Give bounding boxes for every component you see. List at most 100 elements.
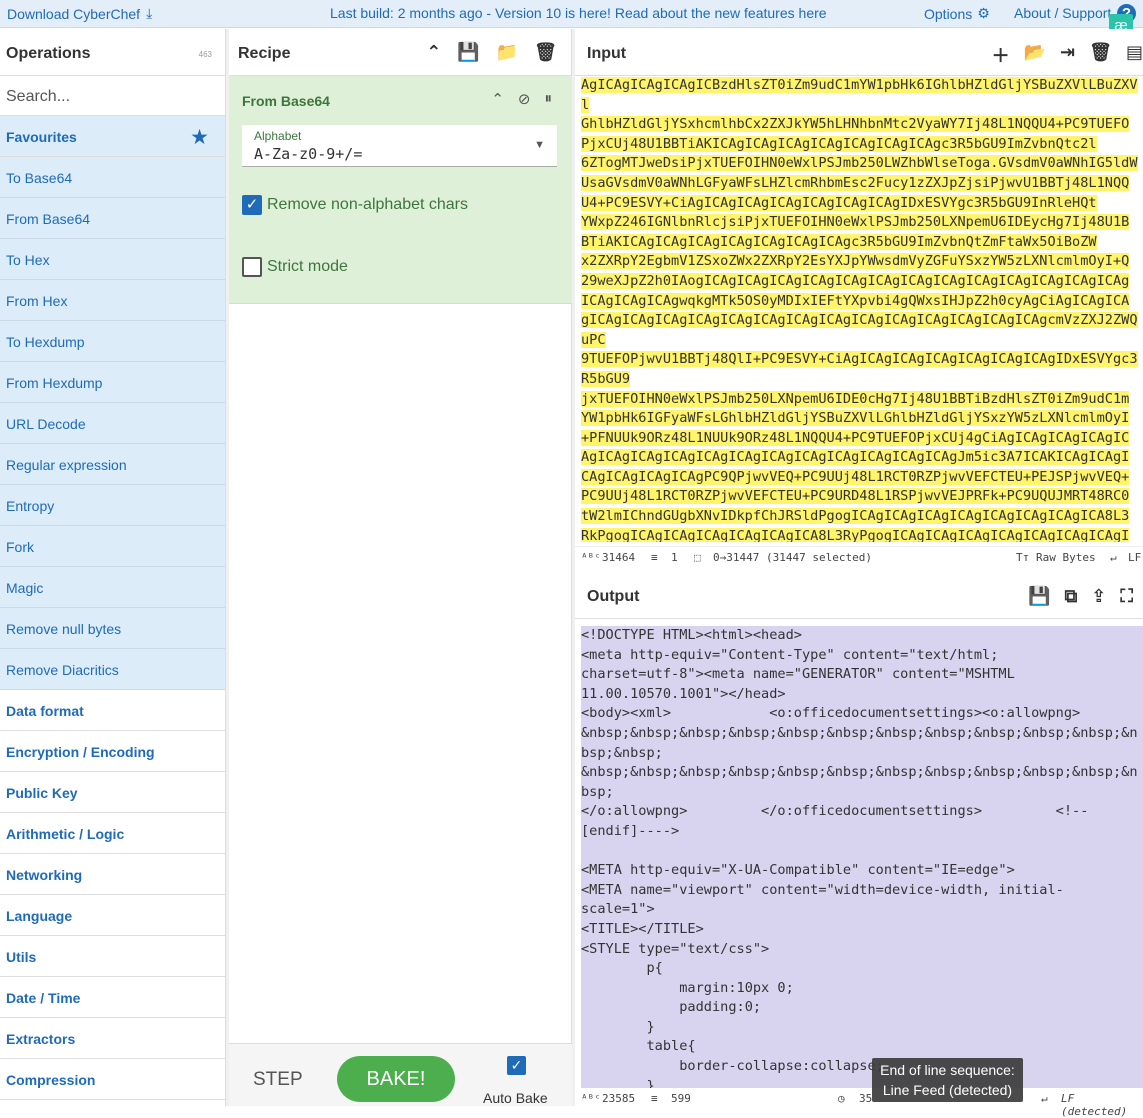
category-item[interactable]: Arithmetic / Logic — [0, 813, 225, 854]
download-label[interactable]: Download CyberChef — [7, 6, 140, 22]
category-item[interactable]: Encryption / Encoding — [0, 731, 225, 772]
input-textarea[interactable]: AgICAgICAgICAgICBzdHlsZT0iZm9udC1mYW1pbH… — [581, 76, 1143, 542]
build-text: Last build: 2 months ago — [330, 5, 483, 21]
favourite-operations: To Base64 From Base64 To Hex From Hex To Hex… — [0, 157, 225, 690]
save-icon[interactable]: 💾 — [1028, 586, 1050, 607]
about-support-link[interactable]: About / Support — [1014, 5, 1111, 21]
recipe-operation-card[interactable]: From Base64 ⌃ ⊘ ⏸ Alphabet A-Za-z0-9+/= … — [229, 76, 572, 304]
input-encoding[interactable]: Raw Bytes — [1036, 551, 1096, 564]
input-lines: 1 — [671, 551, 678, 564]
star-icon[interactable]: ★ — [190, 125, 209, 150]
input-title: Input — [587, 45, 627, 62]
checkbox-checked-icon[interactable]: ✓ — [242, 195, 262, 215]
maximise-icon[interactable]: ⛶ — [1120, 586, 1133, 607]
operation-item[interactable]: Remove Diacritics — [0, 649, 225, 690]
operation-search-input[interactable]: Search... — [0, 76, 225, 116]
disable-icon[interactable]: ⊘ — [518, 90, 531, 108]
operation-item[interactable]: To Hexdump — [0, 321, 225, 362]
category-item[interactable]: Utils — [0, 936, 225, 977]
operations-panel: Operations 463 Search... Favourites ★ To… — [0, 29, 226, 1106]
alphabet-select[interactable]: Alphabet A-Za-z0-9+/= ▼ — [242, 125, 557, 167]
alphabet-value[interactable]: A-Za-z0-9+/= — [254, 145, 362, 163]
output-textarea[interactable]: <!DOCTYPE HTML><html><head> <meta http-e… — [581, 626, 1143, 1088]
auto-bake-label: Auto Bake — [483, 1090, 548, 1106]
version-text: - Version 10 is here! Read about the new… — [482, 5, 799, 21]
checkbox-label: Remove non-alphabet chars — [267, 196, 469, 213]
output-lines: 599 — [671, 1092, 691, 1105]
input-status-bar: ᴬᴮᶜ 31464 ≡ 1 ⬚ 0→31447 (31447 selected)… — [575, 546, 1143, 567]
folder-icon[interactable]: 📁 — [496, 42, 518, 63]
copy-icon[interactable]: ⧉ — [1064, 586, 1077, 607]
category-item[interactable]: Language — [0, 895, 225, 936]
operation-item[interactable]: Magic — [0, 567, 225, 608]
category-item[interactable]: Extractors — [0, 1018, 225, 1059]
operation-item[interactable]: Fork — [0, 526, 225, 567]
operation-item[interactable]: Remove null bytes — [0, 608, 225, 649]
top-banner: Download CyberChef ⤓ Last build: 2 month… — [0, 0, 1143, 38]
operation-item[interactable]: From Hex — [0, 280, 225, 321]
eol-icon[interactable]: ↵ — [1110, 551, 1117, 564]
layout-icon[interactable]: ▤ — [1126, 42, 1143, 68]
output-title: Output — [587, 588, 640, 605]
input-eol[interactable]: LF — [1128, 551, 1141, 564]
build-notice: Last build: 2 months ago - Version 10 is… — [330, 5, 827, 21]
open-file-icon[interactable]: ⇥ — [1060, 42, 1075, 68]
category-item[interactable]: Date / Time — [0, 977, 225, 1018]
category-item[interactable]: Data format — [0, 690, 225, 731]
download-icon[interactable]: ⤓ — [146, 5, 152, 22]
category-item[interactable]: Public Key — [0, 772, 225, 813]
eol-icon[interactable]: ↵ — [1041, 1092, 1048, 1105]
category-favourites[interactable]: Favourites ★ — [0, 116, 225, 157]
length-icon: ᴬᴮᶜ — [581, 551, 601, 564]
features-link[interactable]: here — [799, 5, 827, 21]
replace-input-icon[interactable]: ⇪ — [1091, 586, 1106, 607]
eol-tooltip: End of line sequence: Line Feed (detecte… — [872, 1058, 1023, 1102]
bake-button[interactable]: BAKE! — [337, 1056, 455, 1102]
checkbox-unchecked-icon[interactable] — [242, 257, 262, 277]
operation-item[interactable]: Regular expression — [0, 444, 225, 485]
bake-time: 35 — [859, 1092, 873, 1105]
auto-bake-checkbox[interactable]: ✓ — [507, 1056, 526, 1075]
checkbox-label: Strict mode — [267, 258, 348, 275]
options-button[interactable]: Options ⚙ — [924, 5, 990, 22]
pause-icon[interactable]: ⏸ — [544, 90, 552, 108]
category-label: Favourites — [6, 129, 77, 145]
strict-mode-checkbox[interactable]: Strict mode — [242, 257, 348, 277]
input-length: 31464 — [602, 551, 636, 564]
operation-title: From Base64 — [242, 93, 330, 109]
recipe-panel: Recipe ⌃ 💾 📁 🗑 From Base64 ⌃ ⊘ ⏸ Alphabe… — [229, 29, 572, 1106]
output-header: Output 💾 ⧉ ⇪ ⛶ — [575, 572, 1143, 619]
output-length: 23585 — [602, 1092, 636, 1105]
operation-item[interactable]: To Base64 — [0, 157, 225, 198]
plus-icon[interactable]: ＋ — [992, 42, 1010, 68]
download-link[interactable]: Download CyberChef ⤓ — [7, 5, 152, 22]
options-label[interactable]: Options — [924, 6, 972, 22]
remove-non-alphabet-checkbox[interactable]: ✓ Remove non-alphabet chars — [242, 195, 468, 215]
input-panel: Input ＋ 📂 ⇥ 🗑 ▤ AgICAgICAgICAgICBzdHlsZT… — [575, 29, 1143, 569]
lines-icon: ≡ — [651, 551, 658, 564]
operation-item[interactable]: To Hex — [0, 239, 225, 280]
trash-icon[interactable]: 🗑 — [534, 42, 557, 63]
category-item[interactable]: Compression — [0, 1059, 225, 1100]
gear-icon[interactable]: ⚙ — [977, 5, 990, 22]
operation-item[interactable]: From Hexdump — [0, 362, 225, 403]
open-folder-icon[interactable]: 📂 — [1024, 42, 1046, 68]
operation-item[interactable]: URL Decode — [0, 403, 225, 444]
chevron-up-icon[interactable]: ⌃ — [491, 90, 504, 108]
clock-icon: ◷ — [838, 1092, 845, 1105]
chevron-up-icon[interactable]: ⌃ — [426, 42, 441, 63]
output-eol[interactable]: LF (detected) — [1061, 1092, 1143, 1118]
operation-item[interactable]: Entropy — [0, 485, 225, 526]
font-icon[interactable]: Tт — [1016, 551, 1029, 564]
input-selection: 0→31447 (31447 selected) — [713, 551, 872, 564]
output-panel: Output 💾 ⧉ ⇪ ⛶ <!DOCTYPE HTML><html><hea… — [575, 572, 1143, 1118]
lines-icon: ≡ — [651, 1092, 658, 1105]
save-icon[interactable]: 💾 — [457, 42, 479, 63]
category-item[interactable]: Networking — [0, 854, 225, 895]
trash-icon[interactable]: 🗑 — [1089, 42, 1112, 68]
operation-item[interactable]: From Base64 — [0, 198, 225, 239]
step-button[interactable]: STEP — [253, 1069, 303, 1091]
recipe-header: Recipe ⌃ 💾 📁 🗑 — [229, 29, 571, 76]
caret-down-icon[interactable]: ▼ — [534, 139, 545, 151]
bake-controls: STEP BAKE! ✓ Auto Bake — [229, 1043, 572, 1106]
